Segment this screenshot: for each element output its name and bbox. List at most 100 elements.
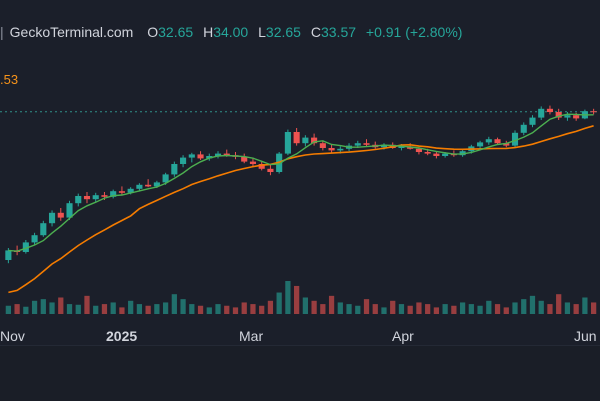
volume-bar <box>232 307 239 314</box>
candle-body <box>5 250 12 260</box>
volume-bar <box>285 281 291 314</box>
volume-bar <box>582 297 588 314</box>
volume-bar <box>267 300 274 314</box>
candle-body <box>66 203 73 218</box>
candle-body <box>433 153 440 156</box>
candle-body <box>136 184 143 189</box>
open-label: O <box>147 24 159 40</box>
volume-bar <box>503 307 509 314</box>
volume-bar <box>241 302 247 314</box>
volume-bar <box>442 304 448 314</box>
volume-bar <box>215 304 221 314</box>
volume-bar <box>398 304 405 314</box>
candle-body <box>529 117 536 125</box>
volume-bar <box>31 300 38 314</box>
volume-bar <box>84 295 90 314</box>
volume-bar <box>66 304 73 314</box>
volume-bar <box>180 299 186 314</box>
x-tick-jun: Jun <box>574 328 597 344</box>
volume-bar <box>320 304 326 314</box>
candle-body <box>171 164 178 175</box>
volume-bar <box>547 304 553 314</box>
volume-bar <box>337 302 343 314</box>
change-value: +0.91 (+2.80%) <box>365 24 463 40</box>
candle-body <box>31 235 38 243</box>
candle-body <box>145 184 152 187</box>
volume-bar <box>40 299 46 314</box>
x-tick-nov: Nov <box>0 328 25 344</box>
x-tick-2025: 2025 <box>106 328 138 344</box>
volume-bar <box>171 294 177 314</box>
candle-body <box>485 139 492 143</box>
candles-layer <box>5 105 597 264</box>
candle-body <box>48 212 56 224</box>
header-divider: | <box>0 24 4 40</box>
volume-layer <box>5 281 597 314</box>
volume-bar <box>468 304 474 314</box>
x-tick-mar: Mar <box>239 328 264 344</box>
volume-bar <box>556 294 562 314</box>
volume-bar <box>259 305 265 314</box>
volume-bar <box>128 300 134 314</box>
candle-body <box>328 148 335 151</box>
volume-bar <box>433 307 440 314</box>
source-name: GeckoTerminal.com <box>9 24 134 40</box>
volume-bar <box>459 302 466 314</box>
close-label: C <box>310 24 321 40</box>
volume-bar <box>23 306 29 314</box>
volume-bar <box>119 307 125 314</box>
candle-body <box>442 153 449 156</box>
volume-bar <box>381 307 387 314</box>
candle-body <box>101 195 108 197</box>
volume-bar <box>573 304 579 314</box>
volume-bar <box>197 305 204 314</box>
volume-bar <box>136 304 143 314</box>
open-value: 32.65 <box>158 24 194 40</box>
candle-body <box>494 139 501 144</box>
ma-fast-line <box>8 113 594 252</box>
volume-bar <box>363 299 370 314</box>
volume-bar <box>206 307 212 314</box>
volume-bar <box>14 304 20 314</box>
candle-body <box>284 132 291 154</box>
volume-bar <box>58 297 64 314</box>
candle-body <box>188 154 195 158</box>
candle-body <box>180 157 187 164</box>
candle-body <box>75 196 82 204</box>
volume-bar <box>294 285 300 314</box>
candle-body <box>520 124 527 133</box>
volume-bar <box>145 305 151 314</box>
candle-body <box>354 143 361 146</box>
chart-area[interactable]: | GeckoTerminal.com O32.65 H34.00 L32.65 … <box>0 0 600 401</box>
volume-bar <box>355 305 361 314</box>
candle-body <box>538 108 545 118</box>
volume-bar <box>302 297 308 314</box>
candle-body <box>197 154 204 159</box>
close-value: 33.57 <box>320 24 357 40</box>
candle-body <box>564 115 571 118</box>
candle-body <box>267 168 274 172</box>
volume-bar <box>564 302 571 314</box>
candle-body <box>118 191 125 193</box>
volume-bar <box>75 304 81 314</box>
price-axis-label: .53 <box>0 72 19 87</box>
candle-body <box>477 142 484 147</box>
volume-bar <box>110 302 116 314</box>
volume-bar <box>416 302 422 314</box>
high-label: H <box>203 24 214 40</box>
volume-bar <box>49 302 55 314</box>
volume-bar <box>311 300 317 314</box>
candle-body <box>363 143 370 145</box>
volume-bar <box>101 304 108 314</box>
volume-bar <box>591 302 597 314</box>
price-chart[interactable] <box>0 0 600 400</box>
volume-bar <box>451 305 457 314</box>
candle-body <box>590 111 597 113</box>
candle-body <box>302 137 309 144</box>
candle-body <box>573 115 580 119</box>
volume-bar <box>276 292 282 314</box>
x-tick-apr: Apr <box>392 328 414 344</box>
volume-bar <box>477 305 483 314</box>
ohlc-header: | GeckoTerminal.com O32.65 H34.00 L32.65 … <box>0 24 462 40</box>
volume-bar <box>346 304 352 314</box>
